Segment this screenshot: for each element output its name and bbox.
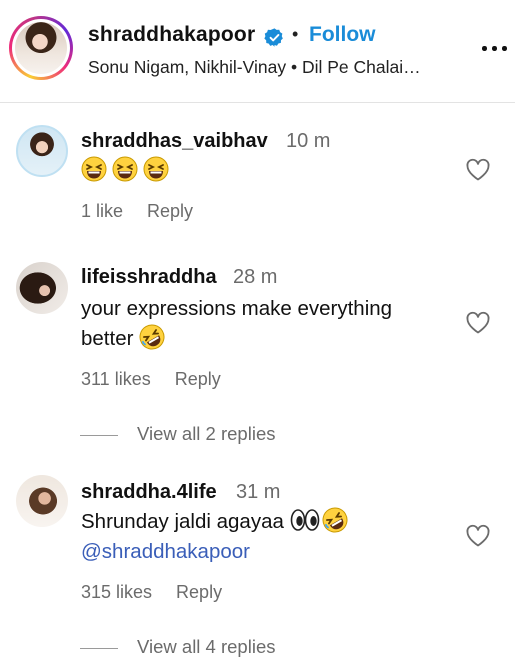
heart-icon[interactable] <box>465 524 491 548</box>
like-count[interactable]: 311 likes <box>81 369 151 389</box>
eyes-icon <box>290 509 319 531</box>
heart-icon[interactable] <box>465 311 491 335</box>
separator-dot: • <box>292 24 299 44</box>
grinning-squinting-face-icon <box>81 156 107 182</box>
replies-divider <box>80 648 118 649</box>
comment-username[interactable]: shraddha.4life <box>81 481 217 504</box>
comment-text-line: your expressions make everything <box>81 297 393 320</box>
comment-username[interactable]: lifeisshraddha <box>81 266 217 289</box>
comment-meta: 1 like Reply <box>81 201 193 222</box>
comment-text-line: better <box>81 327 134 350</box>
reply-button[interactable]: Reply <box>175 369 221 389</box>
follow-button[interactable]: Follow <box>309 23 376 47</box>
reply-button[interactable]: Reply <box>176 582 222 602</box>
author-avatar[interactable] <box>15 22 67 74</box>
grinning-squinting-face-icon <box>143 156 169 182</box>
commenter-avatar[interactable] <box>16 125 68 177</box>
verified-badge-icon <box>264 28 283 47</box>
view-replies-button[interactable]: View all 4 replies <box>80 636 380 660</box>
view-replies-label: View all 4 replies <box>137 636 276 657</box>
comment-meta: 315 likes Reply <box>81 582 222 603</box>
reply-button[interactable]: Reply <box>147 201 193 221</box>
author-username[interactable]: shraddhakapoor <box>88 23 255 47</box>
comment-text: your expressions make everything better <box>81 294 392 354</box>
mention-link[interactable]: @shraddhakapoor <box>81 540 250 563</box>
commenter-avatar[interactable] <box>16 262 68 314</box>
post-header: shraddhakapoor • Follow Sonu Nigam, Nikh… <box>0 0 515 103</box>
story-ring[interactable] <box>9 16 73 80</box>
comment-time: 28 m <box>233 266 278 288</box>
comment-time: 10 m <box>286 130 331 152</box>
view-replies-button[interactable]: View all 2 replies <box>80 423 380 447</box>
comment-meta: 311 likes Reply <box>81 369 221 390</box>
like-count[interactable]: 1 like <box>81 201 123 221</box>
rolling-on-floor-laughing-icon <box>322 507 348 533</box>
like-count[interactable]: 315 likes <box>81 582 152 602</box>
comment-text <box>81 156 174 186</box>
audio-track-label[interactable]: Sonu Nigam, Nikhil-Vinay • Dil Pe Chalai… <box>88 57 421 78</box>
rolling-on-floor-laughing-icon <box>139 324 165 350</box>
comment-username[interactable]: shraddhas_vaibhav <box>81 130 268 153</box>
more-options-icon[interactable] <box>480 44 510 54</box>
heart-icon[interactable] <box>465 158 491 182</box>
commenter-avatar[interactable] <box>16 475 68 527</box>
replies-divider <box>80 435 118 436</box>
comment-text: Shrunday jaldi agayaa @shraddhakapoor <box>81 507 353 567</box>
grinning-squinting-face-icon <box>112 156 138 182</box>
comment-time: 31 m <box>236 481 281 503</box>
view-replies-label: View all 2 replies <box>137 423 276 444</box>
comment-text-line: Shrunday jaldi agayaa <box>81 510 284 533</box>
